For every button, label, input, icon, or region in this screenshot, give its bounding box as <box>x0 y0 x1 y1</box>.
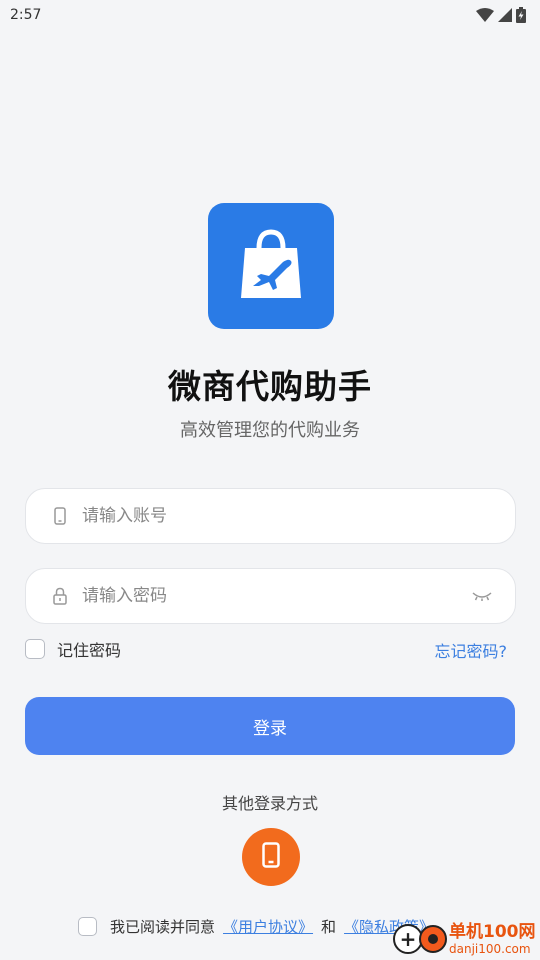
phone-icon <box>52 506 68 526</box>
battery-charging-icon <box>516 7 526 23</box>
remember-checkbox[interactable] <box>25 639 45 659</box>
app-subtitle: 高效管理您的代购业务 <box>180 420 360 441</box>
watermark-logo: + <box>393 924 447 954</box>
eye-closed-icon[interactable] <box>471 589 493 603</box>
remember-password[interactable]: 记住密码 <box>25 637 121 661</box>
agreement-checkbox[interactable] <box>78 916 97 936</box>
wifi-icon <box>476 8 494 22</box>
agreement-prefix: 我已阅读并同意 <box>110 917 216 936</box>
lock-icon <box>52 586 68 606</box>
account-input[interactable] <box>82 506 493 526</box>
watermark: + 单机100网 danji100.com <box>393 918 540 960</box>
app-logo <box>208 203 334 329</box>
phone-login-icon <box>262 842 280 872</box>
phone-login-button[interactable] <box>242 828 300 886</box>
status-icons <box>476 7 526 23</box>
status-time: 2:57 <box>10 7 42 23</box>
user-agreement-link[interactable]: 《用户协议》 <box>223 916 313 937</box>
login-button[interactable]: 登录 <box>25 697 515 755</box>
signal-icon <box>498 8 512 22</box>
account-field[interactable] <box>25 488 516 544</box>
password-input[interactable] <box>82 586 471 606</box>
agreement-and: 和 <box>321 917 337 936</box>
dot-icon <box>419 925 447 953</box>
password-field[interactable] <box>25 568 516 624</box>
status-bar: 2:57 <box>0 0 540 30</box>
watermark-main: 单机100网 <box>449 921 536 942</box>
app-title: 微商代购助手 <box>168 367 372 406</box>
other-login-title: 其他登录方式 <box>221 794 318 813</box>
agreement: 我已阅读并同意 《用户协议》 和 《隐私政策》 <box>78 914 442 938</box>
remember-label: 记住密码 <box>57 641 122 660</box>
shopping-bag-airplane-icon <box>239 228 303 304</box>
forgot-password-link[interactable]: 忘记密码? <box>435 638 508 662</box>
watermark-sub: danji100.com <box>449 941 531 956</box>
